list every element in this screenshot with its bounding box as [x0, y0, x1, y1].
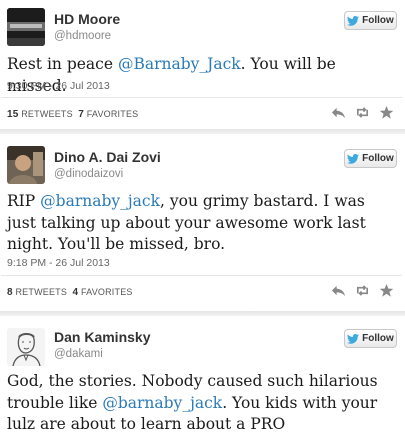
reply-icon[interactable] [331, 105, 346, 120]
favorites-count[interactable]: 4 [72, 287, 78, 298]
tweet-text-part: Rest in peace [7, 55, 118, 73]
author-handle[interactable]: @hdmoore [54, 30, 111, 42]
tweet-timestamp[interactable]: 9:18 PM - 26 Jul 2013 [7, 257, 110, 269]
retweets-count[interactable]: 15 [7, 109, 19, 120]
avatar[interactable] [7, 146, 45, 184]
tweet-feed: HD Moore @hdmoore Follow Rest in peace @… [0, 0, 405, 433]
tweet-text: God, the stories. Nobody caused such hil… [7, 371, 397, 436]
tweet-stats-bar: 15 RETWEETS 7 FAVORITES [1, 97, 402, 129]
retweet-icon[interactable] [355, 105, 370, 120]
avatar[interactable] [7, 328, 45, 366]
follow-button[interactable]: Follow [344, 329, 397, 348]
author-name[interactable]: Dan Kaminsky [54, 329, 150, 345]
tweet-actions [331, 105, 394, 120]
author-handle[interactable]: @dakami [54, 348, 103, 360]
retweets-label[interactable]: RETWEETS [21, 109, 73, 119]
mention-link[interactable]: @Barnaby_Jack [118, 55, 241, 73]
tweet-stats: 8 RETWEETS 4 FAVORITES [7, 287, 133, 298]
twitter-bird-icon [347, 15, 360, 26]
tweet-actions [331, 283, 394, 298]
follow-button[interactable]: Follow [344, 149, 397, 168]
mention-link[interactable]: @barnaby_jack [102, 394, 222, 412]
tweet-text-part: RIP [7, 192, 41, 210]
favorites-label[interactable]: FAVORITES [81, 287, 133, 297]
tweet-timestamp[interactable]: 9:30 PM - 26 Jul 2013 [7, 80, 110, 92]
author-handle[interactable]: @dinodaizovi [54, 168, 123, 180]
tweet-card: Dino A. Dai Zovi @dinodaizovi Follow RIP… [1, 138, 402, 310]
tweet-card: HD Moore @hdmoore Follow Rest in peace @… [1, 0, 402, 128]
tweet-text: RIP @barnaby_jack, you grimy bastard. I … [7, 191, 397, 256]
follow-button[interactable]: Follow [344, 11, 397, 30]
twitter-bird-icon [347, 153, 360, 164]
favorites-count[interactable]: 7 [78, 109, 84, 120]
twitter-bird-icon [347, 333, 360, 344]
author-name[interactable]: Dino A. Dai Zovi [54, 149, 161, 165]
tweet-divider [0, 129, 405, 134]
retweets-label[interactable]: RETWEETS [15, 287, 67, 297]
favorite-star-icon[interactable] [379, 105, 394, 120]
retweets-count[interactable]: 8 [7, 287, 13, 298]
tweet-stats-bar: 8 RETWEETS 4 FAVORITES [1, 275, 402, 309]
favorites-label[interactable]: FAVORITES [87, 109, 139, 119]
retweet-icon[interactable] [355, 283, 370, 298]
avatar[interactable] [7, 8, 45, 46]
reply-icon[interactable] [331, 283, 346, 298]
mention-link[interactable]: @barnaby_jack [40, 192, 160, 210]
tweet-divider [0, 311, 405, 316]
tweet-card: Dan Kaminsky @dakami Follow God, the sto… [1, 318, 402, 433]
favorite-star-icon[interactable] [379, 283, 394, 298]
follow-label: Follow [362, 153, 394, 164]
author-name[interactable]: HD Moore [54, 11, 120, 27]
follow-label: Follow [362, 333, 394, 344]
follow-label: Follow [362, 15, 394, 26]
tweet-stats: 15 RETWEETS 7 FAVORITES [7, 109, 138, 120]
